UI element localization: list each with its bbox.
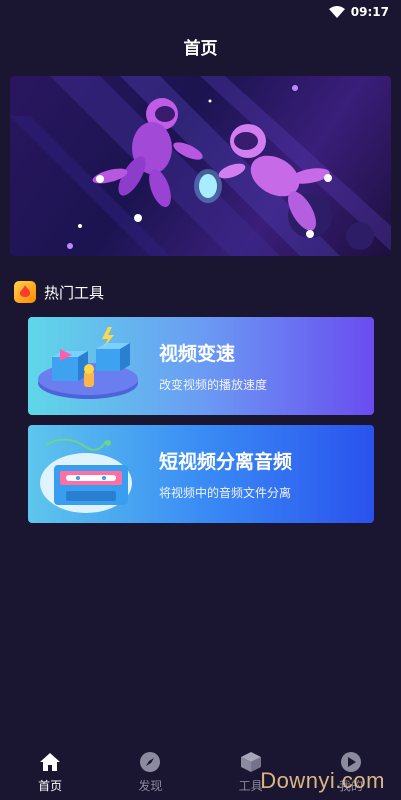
status-bar: 09:17 bbox=[0, 0, 401, 24]
wifi-icon bbox=[328, 6, 345, 18]
tab-label: 工具 bbox=[238, 779, 263, 793]
card-subtitle: 将视频中的音频文件分离 bbox=[159, 486, 292, 500]
banner[interactable] bbox=[10, 76, 391, 256]
card-title: 视频变速 bbox=[159, 343, 236, 365]
fire-icon bbox=[14, 281, 36, 303]
video-speed-illustration bbox=[38, 327, 138, 399]
tool-card-separate-audio[interactable]: 短视频分离音频 将视频中的音频文件分离 bbox=[28, 425, 374, 523]
section-hot-tools: 热门工具 bbox=[14, 281, 104, 303]
card-subtitle: 改变视频的播放速度 bbox=[159, 378, 268, 392]
status-time: 09:17 bbox=[350, 5, 389, 19]
tab-discover[interactable]: 发现 bbox=[115, 751, 185, 794]
card-title: 短视频分离音频 bbox=[159, 451, 293, 473]
compass-icon bbox=[140, 752, 161, 772]
tool-card-video-speed[interactable]: 视频变速 改变视频的播放速度 bbox=[28, 317, 374, 415]
tab-home[interactable]: 首页 bbox=[15, 751, 85, 794]
cassette-illustration bbox=[40, 438, 132, 513]
watermark: Downyi.com bbox=[260, 768, 385, 793]
home-icon bbox=[40, 753, 61, 771]
astronauts-illustration bbox=[10, 76, 391, 256]
tab-label: 发现 bbox=[138, 779, 163, 793]
page-title: 首页 bbox=[183, 38, 218, 59]
section-title: 热门工具 bbox=[44, 283, 105, 302]
tab-label: 首页 bbox=[38, 779, 63, 793]
cube-icon bbox=[240, 752, 261, 772]
